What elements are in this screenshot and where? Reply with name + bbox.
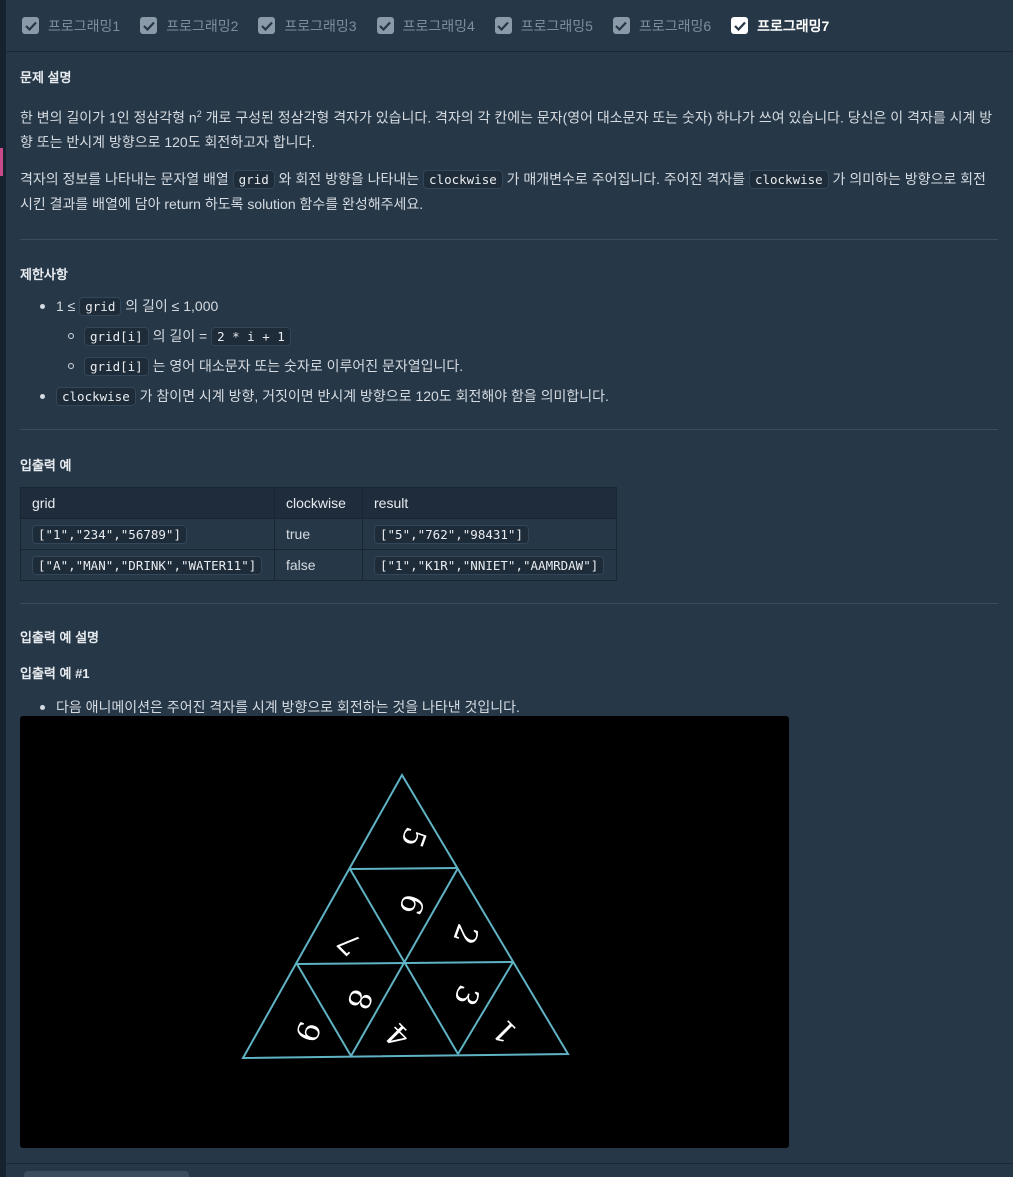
tab-bar: 프로그래밍1 프로그래밍2 프로그래밍3 프로그래밍4 프로그래밍5 프로그래밍… [6, 0, 1013, 52]
grid-cell-label: 2 [445, 919, 484, 949]
description-heading: 문제 설명 [20, 70, 72, 85]
constraints-heading: 제한사항 [20, 266, 68, 282]
examples-heading: 입출력 예 [20, 457, 72, 473]
inline-code: grid [79, 296, 122, 316]
constraints-list: 1 ≤ grid 의 길이 ≤ 1,000 grid[i] 의 길이 = 2 *… [20, 291, 998, 411]
table-row: ["1","234","56789"] true ["5","762","984… [20, 517, 617, 550]
table-cell: ["5","762","98431"] [362, 517, 617, 550]
inline-code: grid[i] [84, 356, 149, 376]
checkbox-checked-icon[interactable] [376, 17, 394, 34]
table-cell: false [274, 548, 363, 581]
checkbox-checked-icon[interactable] [612, 17, 630, 34]
description-paragraph-1: 한 변의 길이가 1인 정삼각형 n2 개로 구성된 정삼각형 격자가 있습니다… [20, 109, 993, 151]
list-item: grid[i] 는 영어 대소문자 또는 숫자로 이루어진 문자열입니다. [20, 351, 998, 381]
rotation-animation: 5 6 7 2 8 9 4 3 1 [20, 716, 789, 1148]
grid-cell-label: 1 [486, 1012, 524, 1050]
grid-cell-label: 5 [393, 822, 432, 852]
table-cell: ["1","K1R","NNIET","AAMRDAW"] [362, 548, 617, 581]
inline-code: clockwise [423, 169, 503, 189]
description-paragraph-2: 격자의 정보를 나타내는 문자열 배열 grid 와 회전 방향을 나타내는 c… [20, 169, 986, 213]
tab-programming-4[interactable]: 프로그래밍4 [376, 16, 475, 36]
table-header-row: grid clockwise result [20, 486, 617, 519]
examples-table: grid clockwise result ["1","234","56789"… [20, 486, 617, 581]
inline-code: clockwise [56, 386, 136, 406]
explanation-subheading: 입출력 예 #1 [20, 665, 90, 681]
tab-label: 프로그래밍1 [48, 17, 121, 34]
tab-label: 프로그래밍5 [520, 17, 593, 34]
tab-label: 프로그래밍2 [166, 17, 239, 34]
grid-cell-label: 6 [391, 889, 430, 919]
checkbox-checked-icon[interactable] [494, 17, 512, 34]
checkbox-checked-icon[interactable] [258, 17, 276, 34]
table-row: ["A","MAN","DRINK","WATER11"] false ["1"… [20, 548, 617, 581]
divider [6, 1163, 1013, 1164]
tab-programming-7[interactable]: 프로그래밍7 [731, 16, 829, 36]
list-item: grid[i] 의 길이 = 2 * i + 1 [20, 321, 998, 351]
left-edge-accent [0, 148, 3, 176]
tab-label: 프로그래밍4 [402, 17, 475, 34]
checkbox-checked-icon[interactable] [22, 17, 39, 34]
inline-code: 2 * i + 1 [211, 326, 291, 346]
checkbox-checked-icon[interactable] [731, 17, 749, 34]
tab-label: 프로그래밍7 [757, 17, 830, 34]
list-item: clockwise 가 참이면 시계 방향, 거짓이면 반시계 방향으로 120… [20, 381, 998, 411]
column-header: grid [20, 486, 275, 519]
inline-code: grid [232, 169, 275, 189]
tab-label: 프로그래밍3 [284, 17, 357, 34]
table-cell: true [274, 517, 363, 550]
checkbox-checked-icon[interactable] [140, 17, 158, 34]
grid-cell-label: 4 [379, 1016, 417, 1054]
inline-code: clockwise [748, 169, 829, 189]
grid-cell-label: 9 [287, 1016, 326, 1046]
table-cell: ["1","234","56789"] [20, 517, 275, 550]
column-header: clockwise [274, 486, 363, 519]
left-edge-bar [0, 0, 6, 1177]
grid-cell-label: 7 [331, 924, 369, 962]
grid-cell-label: 3 [446, 980, 485, 1010]
tab-programming-1[interactable]: 프로그래밍1 [22, 16, 120, 36]
tab-label: 프로그래밍6 [638, 17, 712, 34]
tab-programming-5[interactable]: 프로그래밍5 [494, 16, 593, 36]
explanation-heading: 입출력 예 설명 [20, 629, 99, 645]
triangle-grid: 5 6 7 2 8 9 4 3 1 [241, 773, 570, 1060]
grid-cell-label: 8 [339, 984, 378, 1014]
tab-programming-2[interactable]: 프로그래밍2 [140, 16, 238, 36]
tab-programming-6[interactable]: 프로그래밍6 [612, 16, 712, 36]
next-panel-tab[interactable] [24, 1171, 189, 1177]
inline-code: grid[i] [84, 326, 149, 346]
problem-content: 문제 설명 한 변의 길이가 1인 정삼각형 n2 개로 구성된 정삼각형 격자… [20, 52, 998, 1148]
table-cell: ["A","MAN","DRINK","WATER11"] [20, 548, 275, 581]
column-header: result [362, 486, 617, 519]
list-item: 1 ≤ grid 의 길이 ≤ 1,000 [20, 291, 998, 321]
tab-programming-3[interactable]: 프로그래밍3 [258, 16, 357, 36]
